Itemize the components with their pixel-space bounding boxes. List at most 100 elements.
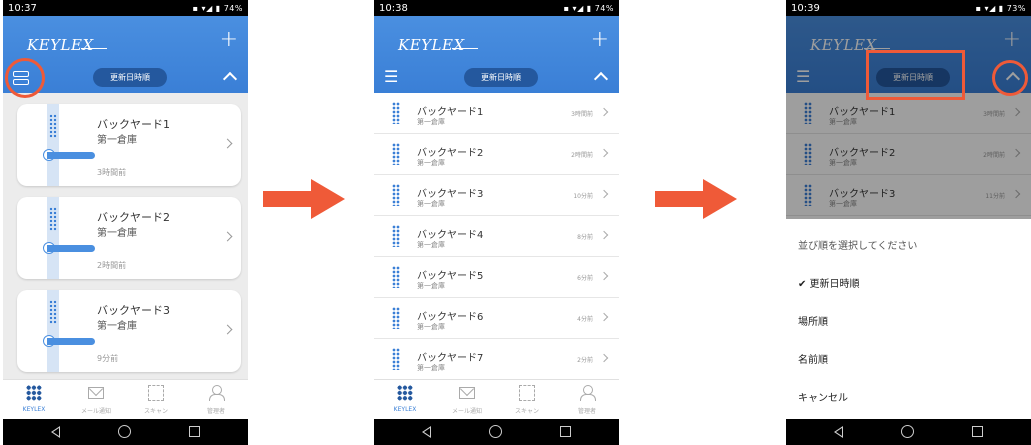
tab-keylex[interactable]: KEYLEX <box>376 384 434 418</box>
tab-mail[interactable]: メール通知 <box>438 384 496 418</box>
list-item[interactable]: バックヤード7 第一倉庫 2分前 <box>374 339 619 380</box>
logo-swoosh <box>81 48 107 49</box>
sort-option-location[interactable]: 場所順 <box>798 313 828 328</box>
list-icon[interactable]: ☰ <box>796 69 814 85</box>
lock-place: 第一倉庫 <box>829 159 857 167</box>
lock-card[interactable]: バックヤード3 第一倉庫 9分前 <box>17 290 241 372</box>
chevron-right-icon <box>599 148 609 158</box>
list-item[interactable]: バックヤード4 第一倉庫 8分前 <box>374 216 619 257</box>
highlight-rect <box>866 50 965 100</box>
keypad-icon <box>392 348 400 370</box>
tab-label: スキャン <box>143 408 168 415</box>
chevron-up-icon[interactable] <box>593 68 609 84</box>
tab-keylex[interactable]: KEYLEX <box>5 384 63 418</box>
keypad-icon <box>49 300 57 324</box>
list-item[interactable]: バックヤード3 第一倉庫 11分前 <box>786 175 1031 216</box>
lock-place: 第一倉庫 <box>417 323 445 331</box>
sort-option-updated[interactable]: ✔ 更新日時順 <box>798 275 860 290</box>
plus-icon[interactable]: + <box>220 29 238 51</box>
sort-button[interactable]: 更新日時順 <box>464 68 538 87</box>
tab-label: KEYLEX <box>393 406 417 413</box>
list-item[interactable]: バックヤード1 第一倉庫 3時間前 <box>374 93 619 134</box>
keypad-icon <box>392 266 400 288</box>
lock-place: 第一倉庫 <box>97 135 137 146</box>
chevron-right-icon <box>599 230 609 240</box>
lock-place: 第一倉庫 <box>829 200 857 208</box>
list-item[interactable]: バックヤード6 第一倉庫 4分前 <box>374 298 619 339</box>
tab-admin[interactable]: 管理者 <box>187 384 245 418</box>
bottom-tab-bar: KEYLEX メール通知 スキャン 管理者 <box>374 379 619 419</box>
keypad-icon <box>49 114 57 138</box>
lock-updated: 11分前 <box>985 193 1005 200</box>
android-nav-bar <box>374 419 619 445</box>
plus-icon[interactable]: + <box>1003 29 1021 51</box>
lock-name: バックヤード3 <box>97 304 170 317</box>
list-item[interactable]: バックヤード2 第一倉庫 2時間前 <box>786 134 1031 175</box>
android-nav-bar <box>3 419 248 445</box>
home-icon[interactable] <box>489 425 502 438</box>
logo-swoosh <box>452 48 478 49</box>
status-time: 10:39 <box>791 2 820 14</box>
home-icon[interactable] <box>901 425 914 438</box>
tab-mail[interactable]: メール通知 <box>67 384 125 418</box>
list-item[interactable]: バックヤード5 第一倉庫 6分前 <box>374 257 619 298</box>
lock-name: バックヤード3 <box>417 189 484 200</box>
sort-button[interactable]: 更新日時順 <box>93 68 167 87</box>
chevron-right-icon <box>599 312 609 322</box>
keypad-icon <box>804 184 812 206</box>
tab-scan[interactable]: スキャン <box>498 384 556 418</box>
lock-place: 第一倉庫 <box>417 282 445 290</box>
back-icon[interactable] <box>51 426 60 438</box>
tab-label: KEYLEX <box>22 406 46 413</box>
lock-updated: 3時間前 <box>983 111 1005 118</box>
recents-icon[interactable] <box>560 426 571 437</box>
lock-name: バックヤード3 <box>829 189 896 200</box>
keypad-icon <box>49 207 57 231</box>
plus-icon[interactable]: + <box>591 29 609 51</box>
sort-option-name[interactable]: 名前順 <box>798 351 828 366</box>
lock-card[interactable]: バックヤード2 第一倉庫 2時間前 <box>17 197 241 279</box>
lock-updated: 2時間前 <box>571 152 593 159</box>
lock-updated: 2分前 <box>577 357 593 364</box>
status-bar: 10:39 ▪ ▾◢ ▮ 73% <box>786 0 1031 16</box>
recents-icon[interactable] <box>189 426 200 437</box>
lock-place: 第一倉庫 <box>417 159 445 167</box>
status-icons: ▪ ▾◢ ▮ 74% <box>192 3 243 13</box>
mail-icon <box>459 387 475 399</box>
back-icon[interactable] <box>422 426 431 438</box>
lock-updated: 10分前 <box>573 193 593 200</box>
lock-handle <box>47 245 95 252</box>
chevron-up-icon[interactable] <box>222 68 238 84</box>
tab-admin[interactable]: 管理者 <box>558 384 616 418</box>
status-bar: 10:37 ▪ ▾◢ ▮ 74% <box>3 0 248 16</box>
user-icon <box>579 385 596 401</box>
chevron-right-icon <box>1011 189 1021 199</box>
app-header: KEYLEX + ☰ 更新日時順 <box>374 16 619 93</box>
lock-name: バックヤード6 <box>417 312 484 323</box>
lock-name: バックヤード1 <box>97 118 170 131</box>
tab-label: メール通知 <box>80 408 111 415</box>
status-icons: ▪ ▾◢ ▮ 73% <box>975 3 1026 13</box>
qr-scan-icon <box>148 385 164 401</box>
list-item[interactable]: バックヤード3 第一倉庫 10分前 <box>374 175 619 216</box>
card-list: バックヤード1 第一倉庫 3時間前 バックヤード2 第一倉庫 2時間前 バックヤ… <box>3 93 248 379</box>
keylex-grid-icon <box>397 385 413 401</box>
lock-place: 第一倉庫 <box>97 228 137 239</box>
lock-name: バックヤード1 <box>829 107 896 118</box>
lock-updated: 2時間前 <box>97 261 127 270</box>
lock-handle <box>47 152 95 159</box>
battery-level: 74% <box>594 3 614 13</box>
keypad-icon <box>392 307 400 329</box>
lock-updated: 9分前 <box>97 354 119 363</box>
list-item[interactable]: バックヤード2 第一倉庫 2時間前 <box>374 134 619 175</box>
chevron-right-icon <box>222 138 233 149</box>
list-icon[interactable]: ☰ <box>384 69 402 85</box>
lock-name: バックヤード2 <box>417 148 484 159</box>
home-icon[interactable] <box>118 425 131 438</box>
lock-card[interactable]: バックヤード1 第一倉庫 3時間前 <box>17 104 241 186</box>
cancel-button[interactable]: キャンセル <box>798 389 848 404</box>
tab-scan[interactable]: スキャン <box>127 384 185 418</box>
recents-icon[interactable] <box>972 426 983 437</box>
back-icon[interactable] <box>834 426 843 438</box>
logo-swoosh <box>864 48 890 49</box>
